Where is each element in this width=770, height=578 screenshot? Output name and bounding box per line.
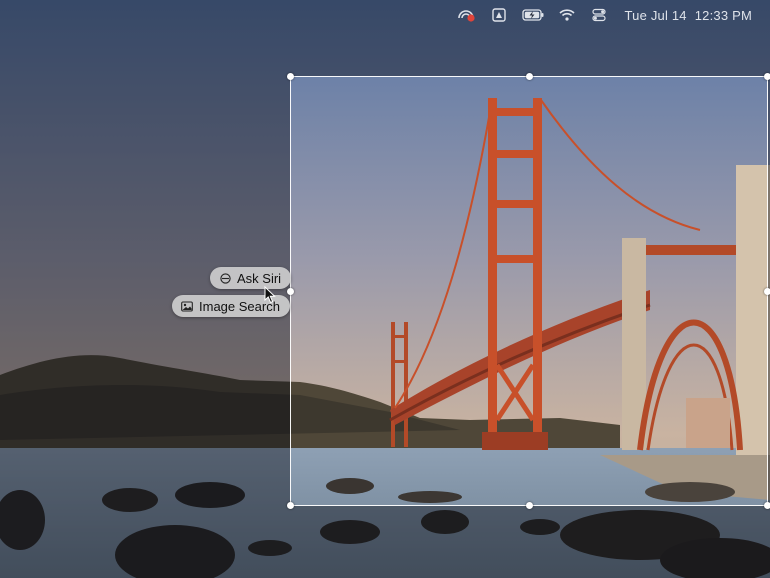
selection-rectangle[interactable]	[287, 73, 770, 509]
mouse-pointer-icon	[264, 286, 276, 304]
siri-icon	[219, 272, 231, 284]
ask-siri-label: Ask Siri	[237, 270, 282, 286]
control-center-icon[interactable]	[589, 5, 609, 25]
resize-handle-bottom-left[interactable]	[287, 502, 294, 509]
ask-siri-button[interactable]: Ask Siri	[210, 267, 292, 289]
menu-bar: Tue Jul 14 12:33 PM	[0, 0, 770, 30]
menu-bar-date: Tue Jul 14	[624, 7, 687, 23]
resize-handle-middle-right[interactable]	[764, 288, 770, 295]
menu-bar-time: 12:33 PM	[694, 7, 752, 23]
drive-icon[interactable]	[489, 5, 509, 25]
screen-mirror-record-icon[interactable]	[457, 5, 477, 25]
resize-handle-top-right[interactable]	[764, 73, 770, 80]
wifi-icon[interactable]	[557, 5, 577, 25]
menu-bar-clock[interactable]: Tue Jul 14 12:33 PM	[625, 8, 752, 23]
battery-charging-icon[interactable]	[521, 5, 545, 25]
resize-handle-bottom-center[interactable]	[526, 502, 533, 509]
image-search-icon	[181, 300, 193, 312]
resize-handle-middle-left[interactable]	[287, 288, 294, 295]
resize-handle-bottom-right[interactable]	[764, 502, 770, 509]
resize-handle-top-center[interactable]	[526, 73, 533, 80]
resize-handle-top-left[interactable]	[287, 73, 294, 80]
